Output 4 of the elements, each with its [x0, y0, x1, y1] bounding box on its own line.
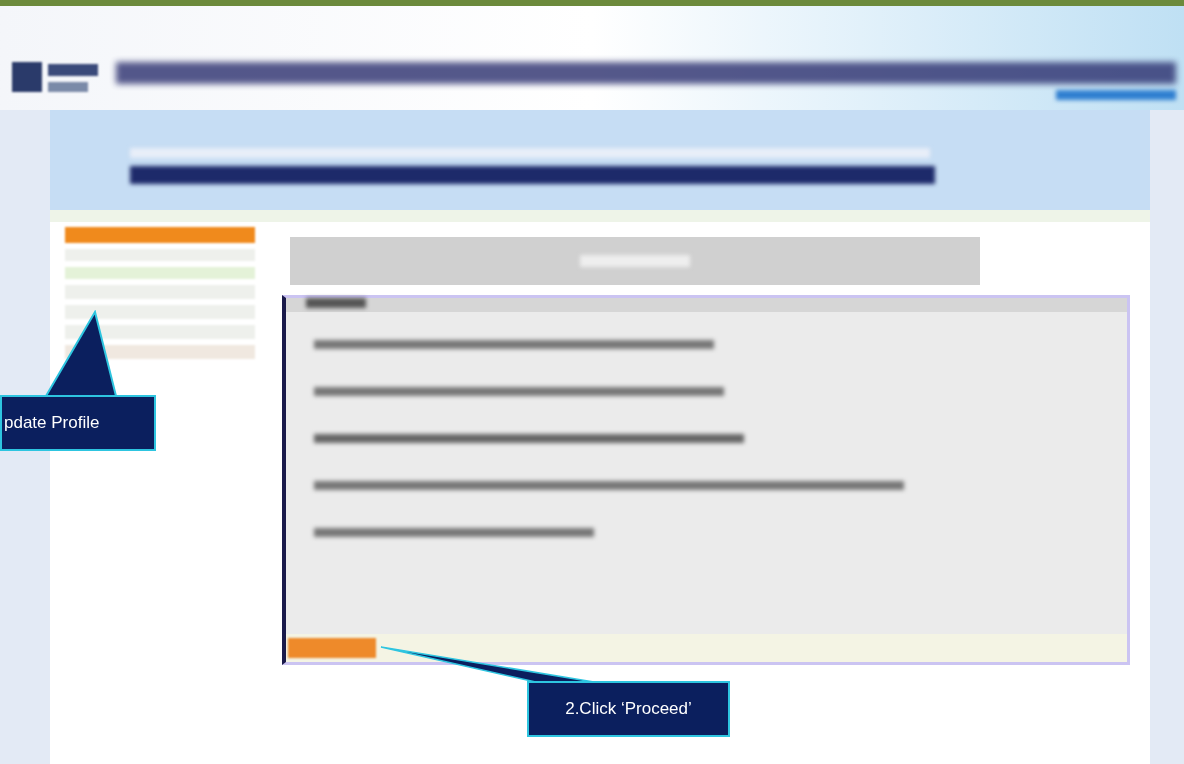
sidebar-item[interactable] — [65, 325, 255, 339]
callout: 2.Click ‘Proceed’ — [527, 681, 730, 737]
callout: pdate Profile — [0, 395, 156, 451]
proceed-button[interactable] — [288, 638, 376, 658]
